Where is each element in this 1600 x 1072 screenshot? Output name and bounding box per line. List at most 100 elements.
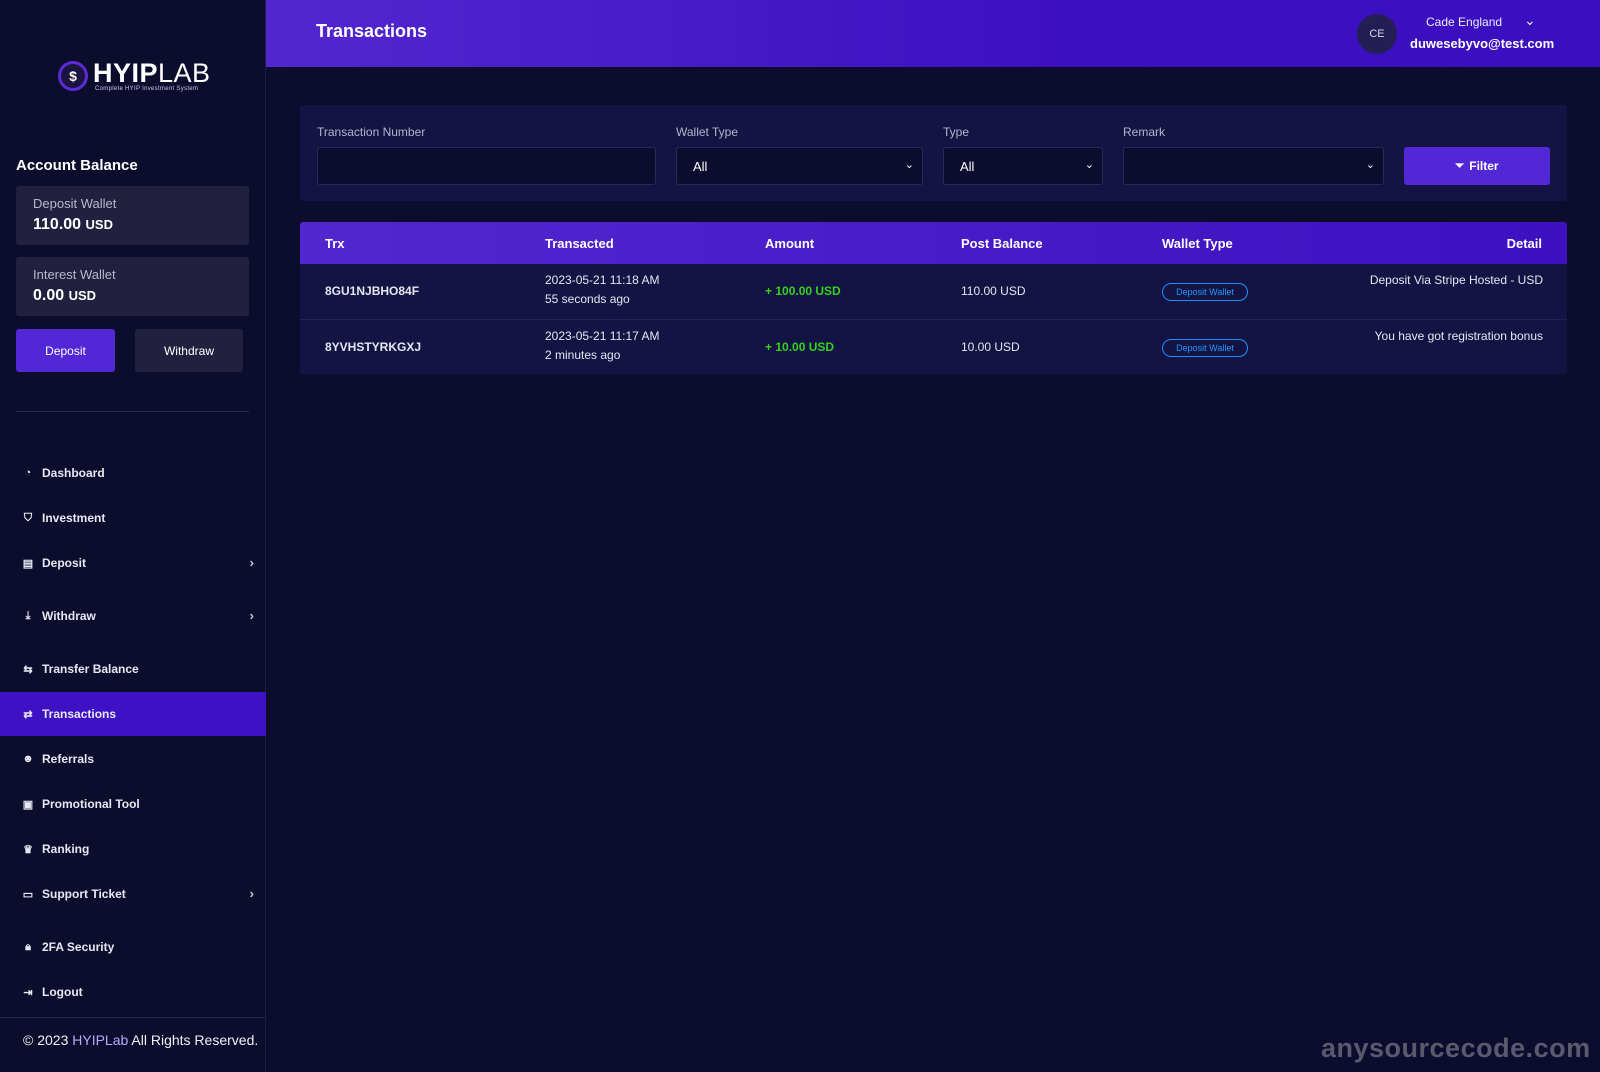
avatar[interactable]: CE	[1357, 14, 1397, 54]
sidebar-item-support-ticket[interactable]: ▭ Support Ticket ›	[0, 872, 266, 916]
remark-label: Remark	[1123, 125, 1166, 139]
page-title: Transactions	[316, 21, 428, 41]
sidebar-item-label: Referrals	[42, 752, 95, 766]
sidebar-item-2fa-security[interactable]: 🔒︎ 2FA Security	[0, 925, 266, 969]
deposit-icon: ▤	[22, 557, 34, 570]
transaction-number-input[interactable]	[317, 147, 656, 185]
copyright-brand-link[interactable]: HYIPLab	[72, 1032, 128, 1048]
sidebar-item-ranking[interactable]: ♛ Ranking	[0, 827, 266, 871]
ticket-icon: ▭	[22, 888, 34, 901]
sidebar-item-promotional-tool[interactable]: ▣ Promotional Tool	[0, 782, 266, 826]
lock-icon: 🔒︎	[25, 940, 31, 953]
copyright-suffix: All Rights Reserved.	[128, 1032, 259, 1048]
filter-icon: ⏷	[1455, 159, 1465, 172]
chevron-right-icon: ›	[249, 555, 254, 570]
deposit-wallet-card: Deposit Wallet 110.00 USD	[16, 186, 249, 245]
detail-cell: You have got registration bonus	[1374, 329, 1543, 343]
deposit-button[interactable]: Deposit	[16, 329, 115, 372]
money-bag-icon: $	[58, 61, 88, 91]
sidebar-item-referrals[interactable]: ☻ Referrals	[0, 737, 266, 781]
top-header: Transactions CE Cade England ⌄ duwesebyv…	[266, 0, 1600, 67]
sidebar-divider	[16, 411, 249, 412]
amount-cell: + 100.00 USD	[765, 284, 841, 298]
column-header-detail: Detail	[1506, 236, 1542, 251]
wallet-type-badge: Deposit Wallet	[1162, 339, 1248, 357]
exchange-icon: ⇄	[23, 708, 33, 721]
wallet-type-value: All	[693, 158, 708, 174]
type-value: All	[960, 158, 975, 174]
wallet-type-badge: Deposit Wallet	[1162, 283, 1248, 301]
sidebar-item-transactions[interactable]: ⇄ Transactions	[0, 692, 266, 736]
sidebar-item-label: 2FA Security	[42, 940, 115, 954]
type-label: Type	[943, 125, 970, 139]
transacted-cell: 2023-05-21 11:17 AM 2 minutes ago	[545, 327, 660, 365]
copyright: © 2023 HYIPLab All Rights Reserved.	[23, 1032, 258, 1048]
wallet-type-label: Wallet Type	[676, 125, 739, 139]
remark-select[interactable]: ⌄	[1123, 147, 1384, 185]
deposit-wallet-currency: USD	[85, 217, 113, 232]
logo-text-light: LAB	[158, 58, 211, 88]
column-header-post-balance: Post Balance	[961, 236, 1043, 251]
filter-button[interactable]: ⏷ Filter	[1404, 147, 1550, 185]
sidebar-item-label: Dashboard	[42, 466, 105, 480]
copyright-prefix: © 2023	[23, 1032, 73, 1048]
logout-icon: ⇥	[23, 986, 33, 999]
sidebar-item-label: Transactions	[42, 707, 117, 721]
users-icon: ☻	[22, 753, 34, 765]
transacted-date: 2023-05-21 11:18 AM	[545, 273, 660, 287]
sidebar-item-withdraw[interactable]: ⤓ Withdraw ›	[0, 594, 266, 638]
logo-text-bold: HYIP	[93, 58, 159, 88]
dashboard-icon: ◔	[24, 467, 32, 479]
transacted-ago: 55 seconds ago	[545, 292, 630, 306]
investment-icon: ⛉	[23, 511, 33, 524]
filter-button-label: Filter	[1469, 159, 1499, 173]
sidebar-item-label: Deposit	[42, 556, 87, 570]
sidebar-item-label: Ranking	[42, 842, 90, 856]
column-header-wallet-type: Wallet Type	[1162, 236, 1233, 251]
chevron-right-icon: ›	[249, 886, 254, 901]
table-header: Trx Transacted Amount Post Balance Walle…	[300, 222, 1567, 264]
table-row: 8YVHSTYRKGXJ 2023-05-21 11:17 AM 2 minut…	[300, 319, 1567, 374]
sidebar-item-logout[interactable]: ⇥ Logout	[0, 970, 266, 1014]
sidebar-item-label: Investment	[42, 511, 106, 525]
interest-wallet-card: Interest Wallet 0.00 USD	[16, 257, 249, 316]
sidebar-item-dashboard[interactable]: ◔ Dashboard	[0, 451, 266, 495]
chevron-down-icon: ⌄	[1084, 159, 1094, 171]
chevron-right-icon: ›	[249, 608, 254, 623]
sidebar-item-label: Logout	[42, 985, 83, 999]
wallet-type-select[interactable]: All ⌄	[676, 147, 923, 185]
column-header-transacted: Transacted	[545, 236, 614, 251]
deposit-wallet-label: Deposit Wallet	[33, 196, 117, 211]
sidebar-item-deposit[interactable]: ▤ Deposit ›	[0, 541, 266, 585]
user-email[interactable]: duwesebyvo@test.com	[1410, 36, 1554, 51]
transacted-date: 2023-05-21 11:17 AM	[545, 329, 660, 343]
sidebar-footer-divider	[0, 1017, 266, 1018]
trx-id: 8YVHSTYRKGXJ	[325, 340, 422, 354]
user-name[interactable]: Cade England	[1426, 15, 1502, 29]
transaction-number-label: Transaction Number	[317, 125, 426, 139]
type-select[interactable]: All ⌄	[943, 147, 1103, 185]
brand-logo[interactable]: $ HYIPLAB Complete HYIP Investment Syste…	[58, 56, 218, 96]
logo-tagline: Complete HYIP Investment System	[95, 86, 199, 92]
post-balance-cell: 110.00 USD	[961, 284, 1026, 298]
sidebar-item-transfer-balance[interactable]: ⇆ Transfer Balance	[0, 647, 266, 691]
watermark: anysourcecode.com	[1321, 1033, 1591, 1063]
sidebar-item-label: Support Ticket	[42, 887, 126, 901]
sidebar-item-label: Promotional Tool	[42, 797, 140, 811]
filter-card: Transaction Number Wallet Type All ⌄ Typ…	[300, 105, 1567, 201]
crown-icon: ♛	[23, 843, 33, 856]
withdraw-button[interactable]: Withdraw	[135, 329, 243, 372]
sidebar-item-investment[interactable]: ⛉ Investment	[0, 496, 266, 540]
amount-cell: + 10.00 USD	[765, 340, 835, 354]
transacted-ago: 2 minutes ago	[545, 348, 621, 362]
interest-wallet-label: Interest Wallet	[33, 267, 116, 282]
interest-wallet-amount: 0.00	[33, 287, 65, 304]
withdraw-icon: ⤓	[25, 609, 31, 622]
transacted-cell: 2023-05-21 11:18 AM 55 seconds ago	[545, 271, 660, 309]
column-header-amount: Amount	[765, 236, 815, 251]
trx-id: 8GU1NJBHO84F	[325, 284, 420, 298]
chevron-down-icon[interactable]: ⌄	[1524, 12, 1536, 29]
chevron-down-icon: ⌄	[1365, 159, 1375, 171]
sidebar-item-label: Withdraw	[42, 609, 96, 623]
sidebar: $ HYIPLAB Complete HYIP Investment Syste…	[0, 0, 266, 1072]
